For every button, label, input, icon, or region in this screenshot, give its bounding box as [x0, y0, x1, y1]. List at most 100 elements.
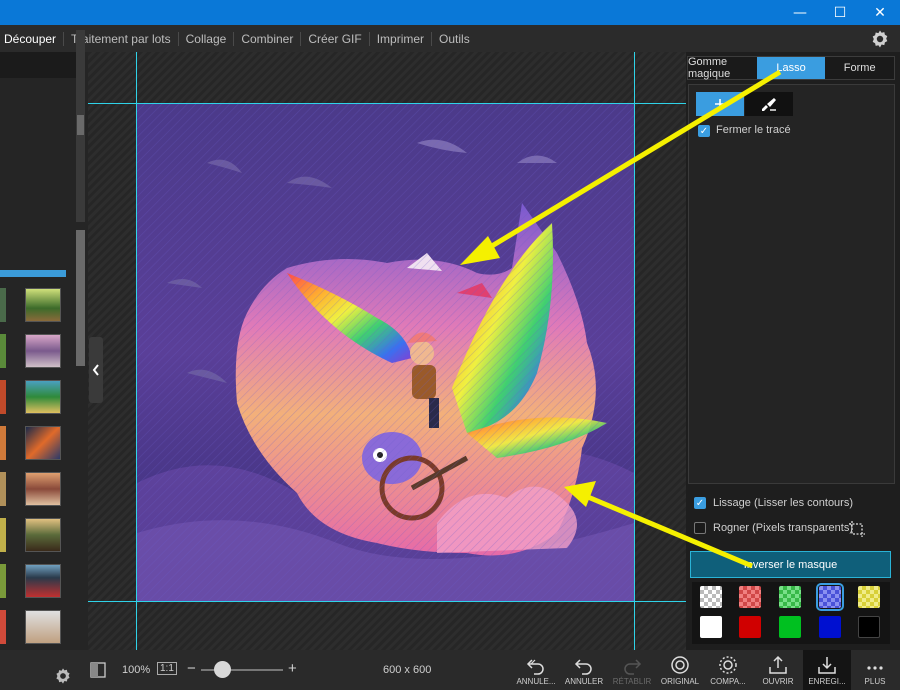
thumbnail[interactable]	[25, 564, 61, 598]
compare-icon	[719, 656, 737, 674]
actual-size-button[interactable]: 1:1	[157, 662, 177, 675]
thumbnail[interactable]	[25, 380, 61, 414]
minimize-button[interactable]: —	[780, 0, 820, 25]
swatch-white[interactable]	[700, 616, 722, 638]
menu-item-tools[interactable]: Outils	[431, 31, 477, 46]
guide-line-bottom	[88, 601, 686, 602]
thumbnail-partial	[0, 380, 6, 414]
thumbnail-partial	[0, 288, 6, 322]
thumbnail-partial	[0, 610, 6, 644]
menu-item-gif[interactable]: Créer GIF	[300, 31, 368, 46]
crop-checkbox[interactable]	[694, 522, 706, 534]
invert-mask-button[interactable]: Inverser le masque	[690, 551, 891, 578]
selection-mode-tabs: Gomme magique Lasso Forme	[687, 56, 895, 80]
redo-icon	[624, 659, 642, 675]
more-icon	[867, 666, 883, 670]
thumbnail-partial	[0, 518, 6, 552]
save-label: ENREGI...	[808, 677, 846, 686]
thumbnail[interactable]	[25, 288, 61, 322]
menu-item-collage[interactable]: Collage	[177, 31, 234, 46]
zoom-percent: 100%	[122, 664, 151, 676]
thumbnail-header	[0, 52, 84, 78]
swatch-blue-checker[interactable]	[816, 583, 844, 611]
zoom-in-button[interactable]: +	[288, 660, 297, 677]
tab-shape[interactable]: Forme	[825, 57, 895, 79]
maximize-button[interactable]: ☐	[820, 0, 860, 25]
collapse-panel-button[interactable]	[89, 337, 103, 403]
thumbnail-partial	[0, 334, 6, 368]
crop-icon[interactable]	[848, 520, 866, 538]
swatch-yellow-checker[interactable]	[858, 586, 880, 608]
swatch-green-checker[interactable]	[779, 586, 801, 608]
open-button[interactable]: OUVRIR	[754, 650, 802, 690]
original-icon	[671, 656, 689, 674]
title-bar: — ☐ ✕	[0, 0, 900, 25]
thumbnail-scrollbar[interactable]	[76, 230, 85, 366]
menu-bar: Découper Traitement par lots Collage Com…	[0, 25, 900, 52]
thumbnail-partial	[0, 472, 6, 506]
original-button[interactable]: ORIGINAL	[656, 650, 704, 690]
swatch-green[interactable]	[779, 616, 801, 638]
thumbnail[interactable]	[25, 472, 61, 506]
more-label: PLUS	[864, 677, 886, 686]
redo-button[interactable]: RÉTABLIR	[608, 650, 656, 690]
zoom-slider-thumb[interactable]	[213, 661, 231, 678]
erase-lasso-button[interactable]	[745, 92, 793, 116]
background-color-swatches	[692, 582, 890, 644]
guide-line-right	[634, 52, 635, 650]
swatch-red[interactable]	[739, 616, 761, 638]
guide-line-top	[88, 103, 686, 104]
original-label: ORIGINAL	[660, 677, 700, 686]
crop-label: Rogner (Pixels transparents)	[713, 522, 854, 534]
app-window: — ☐ ✕ Découper Traitement par lots Colla…	[0, 0, 900, 690]
thumbnail[interactable]	[25, 518, 61, 552]
swatch-transparent[interactable]	[700, 586, 722, 608]
smoothing-checkbox[interactable]: ✓	[694, 497, 706, 509]
gear-icon[interactable]	[54, 667, 72, 685]
plus-icon	[715, 99, 725, 109]
lasso-options-box	[688, 84, 895, 484]
close-button[interactable]: ✕	[860, 0, 900, 25]
scrollbar-thumb[interactable]	[77, 115, 84, 135]
download-icon	[818, 657, 836, 674]
tab-magic-eraser[interactable]: Gomme magique	[688, 56, 757, 80]
add-lasso-button[interactable]	[696, 92, 744, 116]
redo-label: RÉTABLIR	[612, 677, 652, 686]
compare-button[interactable]: COMPA...	[704, 650, 752, 690]
smoothing-label: Lissage (Lisser les contours)	[713, 497, 854, 509]
tab-lasso[interactable]: Lasso	[756, 57, 826, 79]
thumbnail[interactable]	[25, 334, 61, 368]
menu-item-decouper[interactable]: Découper	[0, 32, 63, 46]
thumbnail-partial	[0, 426, 6, 460]
open-label: OUVRIR	[762, 677, 794, 686]
brush-erase-icon	[762, 98, 776, 111]
swatch-blue[interactable]	[819, 616, 841, 638]
guide-line-left	[136, 52, 137, 650]
undo-label: ANNULER	[564, 677, 604, 686]
image-dimensions: 600 x 600	[383, 664, 432, 676]
upload-icon	[769, 655, 787, 674]
swatch-red-checker[interactable]	[739, 586, 761, 608]
undo-all-button[interactable]: ANNULE...	[512, 650, 560, 690]
edited-image[interactable]	[137, 103, 634, 601]
close-path-label: Fermer le tracé	[716, 124, 791, 136]
view-toggle-icon[interactable]	[90, 662, 106, 678]
save-button[interactable]: ENREGI...	[803, 650, 851, 690]
menu-item-combine[interactable]: Combiner	[233, 31, 300, 46]
undo-all-label: ANNULE...	[516, 677, 556, 686]
swatch-black[interactable]	[858, 616, 880, 638]
thumbnail[interactable]	[25, 610, 61, 644]
progress-bar	[0, 270, 66, 277]
undo-all-icon	[526, 659, 544, 675]
image-illustration	[137, 103, 634, 601]
zoom-out-button[interactable]: −	[187, 660, 196, 677]
menu-item-print[interactable]: Imprimer	[368, 31, 431, 46]
close-path-checkbox[interactable]: ✓	[698, 125, 710, 137]
gear-icon[interactable]	[870, 29, 890, 49]
compare-label: COMPA...	[710, 677, 746, 686]
more-button[interactable]: PLUS	[851, 650, 899, 690]
thumbnail-partial	[0, 564, 6, 598]
chevron-left-icon	[92, 364, 99, 376]
thumbnail[interactable]	[25, 426, 61, 460]
undo-button[interactable]: ANNULER	[560, 650, 608, 690]
